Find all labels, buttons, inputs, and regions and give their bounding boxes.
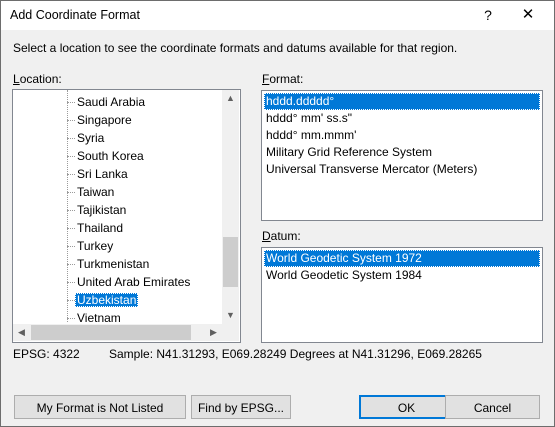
tree-branch-line [67, 300, 75, 301]
location-tree-item-label: Syria [77, 131, 105, 145]
title-bar: Add Coordinate Format ? ✕ [1, 1, 554, 30]
scroll-down-icon[interactable]: ▼ [222, 307, 239, 324]
location-tree-item[interactable]: Uzbekistan [75, 291, 139, 309]
tree-branch-line [67, 102, 75, 103]
location-tree-item-label: South Korea [77, 149, 144, 163]
location-tree-item[interactable]: Taiwan [75, 183, 116, 201]
location-tree-item-label: Thailand [77, 221, 124, 235]
location-tree-item[interactable]: Thailand [75, 219, 125, 237]
location-tree-item[interactable]: Singapore [75, 111, 134, 129]
tree-branch-line [67, 192, 75, 193]
datum-list-item[interactable]: World Geodetic System 1972 [264, 250, 540, 267]
scroll-up-icon[interactable]: ▲ [222, 90, 239, 107]
format-list[interactable]: hddd.ddddd° hddd° mm' ss.s" hddd° mm.mmm' M… [261, 90, 543, 221]
location-tree-item-label: Tajikistan [77, 203, 127, 217]
help-button[interactable]: ? [477, 5, 499, 25]
location-tree-item[interactable]: Turkey [75, 237, 115, 255]
tree-branch-line [67, 210, 75, 211]
add-coordinate-format-dialog: Add Coordinate Format ? ✕ Select a locat… [0, 0, 555, 427]
tree-guide-line [67, 90, 68, 322]
location-tree-item-label: Turkey [77, 239, 114, 253]
tree-branch-line [67, 156, 75, 157]
scroll-right-icon[interactable]: ▶ [205, 324, 222, 341]
tree-branch-line [67, 246, 75, 247]
tree-branch-line [67, 174, 75, 175]
location-tree-item-label: Taiwan [77, 185, 115, 199]
sample-coordinates: Sample: N41.31293, E069.28249 Degrees at… [109, 347, 482, 361]
location-tree-item[interactable]: United Arab Emirates [75, 273, 192, 291]
close-icon[interactable]: ✕ [517, 5, 539, 25]
location-tree-item-label: Turkmenistan [77, 257, 150, 271]
location-tree-item-label: Saudi Arabia [77, 95, 146, 109]
location-tree-item[interactable]: Tajikistan [75, 201, 128, 219]
format-list-item[interactable]: hddd° mm' ss.s" [264, 110, 354, 127]
location-tree-item-label: United Arab Emirates [77, 275, 191, 289]
location-tree-item[interactable]: Turkmenistan [75, 255, 151, 273]
vscroll-thumb[interactable] [223, 237, 238, 287]
tree-branch-line [67, 264, 75, 265]
location-hscrollbar[interactable]: ◀ ▶ [13, 324, 222, 341]
tree-branch-line [67, 120, 75, 121]
location-tree-item-label: Uzbekistan [75, 293, 139, 307]
location-tree-item-label: Sri Lanka [77, 167, 128, 181]
my-format-not-listed-button[interactable]: My Format is Not Listed [14, 395, 186, 419]
window-title: Add Coordinate Format [10, 8, 140, 22]
location-tree-item-label: Vietnam [77, 311, 121, 325]
format-label: Format: [262, 72, 304, 86]
location-tree[interactable]: Saudi Arabia Singapore Syria South Korea Sri… [12, 89, 241, 343]
ok-button[interactable]: OK [359, 395, 454, 419]
datum-list-item[interactable]: World Geodetic System 1984 [264, 267, 424, 284]
cancel-button[interactable]: Cancel [445, 395, 540, 419]
location-tree-item[interactable]: South Korea [75, 147, 146, 165]
instructions-text: Select a location to see the coordinate … [13, 41, 458, 55]
scroll-left-icon[interactable]: ◀ [13, 324, 30, 341]
format-list-item[interactable]: hddd° mm.mmm' [264, 127, 358, 144]
location-tree-item[interactable]: Sri Lanka [75, 165, 130, 183]
format-list-item[interactable]: Universal Transverse Mercator (Meters) [264, 161, 479, 178]
tree-branch-line [67, 318, 75, 319]
location-tree-item[interactable]: Saudi Arabia [75, 93, 147, 111]
location-tree-item[interactable]: Syria [75, 129, 106, 147]
tree-branch-line [67, 228, 75, 229]
tree-branch-line [67, 282, 75, 283]
datum-label: Datum: [262, 229, 301, 243]
location-label: Location: [13, 72, 62, 86]
hscroll-thumb[interactable] [31, 325, 191, 340]
scroll-corner [222, 324, 239, 341]
datum-list[interactable]: World Geodetic System 1972 World Geodetic… [261, 247, 543, 343]
location-vscrollbar[interactable]: ▲ ▼ [222, 90, 239, 324]
format-list-item[interactable]: hddd.ddddd° [264, 93, 540, 110]
find-by-epsg-button[interactable]: Find by EPSG... [191, 395, 291, 419]
tree-branch-line [67, 138, 75, 139]
location-tree-item-label: Singapore [77, 113, 132, 127]
epsg-code: EPSG: 4322 [13, 347, 80, 361]
format-list-item[interactable]: Military Grid Reference System [264, 144, 434, 161]
